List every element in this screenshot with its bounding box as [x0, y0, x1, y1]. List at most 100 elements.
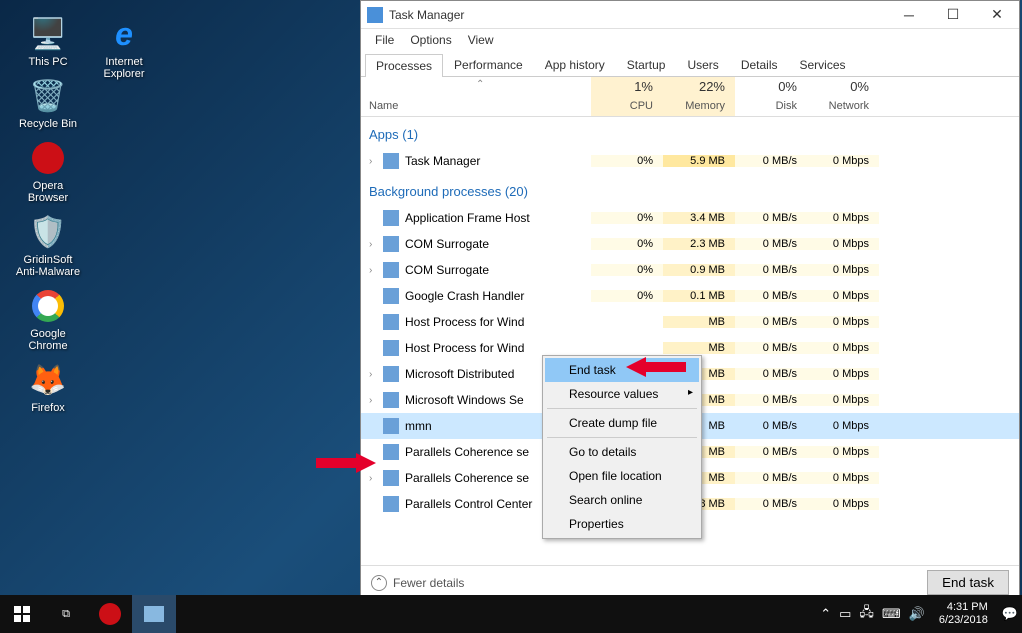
expand-chevron-icon[interactable]: ›	[369, 395, 383, 406]
maximize-button[interactable]: ☐	[931, 1, 975, 29]
tab-details[interactable]: Details	[730, 53, 789, 76]
process-name-cell: ›COM Surrogate	[361, 236, 591, 252]
windows-icon	[14, 606, 30, 622]
tab-performance[interactable]: Performance	[443, 53, 534, 76]
col-header-cpu[interactable]: 1%CPU	[591, 77, 663, 116]
disk-cell: 0 MB/s	[735, 342, 807, 354]
footer: ⌃ Fewer details End task	[361, 565, 1019, 599]
context-open-location[interactable]: Open file location	[545, 464, 699, 488]
expand-chevron-icon[interactable]: ›	[369, 156, 383, 167]
close-button[interactable]: ✕	[975, 1, 1019, 29]
expand-chevron-icon[interactable]: ›	[369, 265, 383, 276]
desktop-icon-gridinsoft[interactable]: 🛡️ GridinSoft Anti-Malware	[12, 212, 84, 278]
tab-users[interactable]: Users	[676, 53, 729, 76]
disk-cell: 0 MB/s	[735, 155, 807, 167]
cpu-pct: 1%	[591, 79, 653, 94]
process-row[interactable]: ›COM Surrogate0%0.9 MB0 MB/s0 Mbps	[361, 257, 1019, 283]
system-tray: ⌃ ▭ 🖧 ⌨ 🔊 4:31 PM 6/23/2018 💬	[820, 595, 1022, 633]
memory-cell: 3.4 MB	[663, 212, 735, 224]
desktop-icon-label: Internet Explorer	[88, 56, 160, 80]
process-row[interactable]: Application Frame Host0%3.4 MB0 MB/s0 Mb…	[361, 205, 1019, 231]
tab-startup[interactable]: Startup	[616, 53, 677, 76]
titlebar[interactable]: Task Manager ─ ☐ ✕	[361, 1, 1019, 29]
network-cell: 0 Mbps	[807, 155, 879, 167]
desktop-icon-this-pc[interactable]: 🖥️ This PC	[12, 14, 84, 68]
disk-cell: 0 MB/s	[735, 212, 807, 224]
context-search-online[interactable]: Search online	[545, 488, 699, 512]
tray-volume-icon[interactable]: 🔊	[909, 606, 925, 622]
desktop-icon-label: Google Chrome	[12, 328, 84, 352]
disk-cell: 0 MB/s	[735, 316, 807, 328]
context-create-dump[interactable]: Create dump file	[545, 411, 699, 435]
desktop-icon-firefox[interactable]: 🦊 Firefox	[12, 360, 84, 414]
tab-processes[interactable]: Processes	[365, 54, 443, 77]
process-icon	[383, 236, 399, 252]
network-cell: 0 Mbps	[807, 394, 879, 406]
clock-time: 4:31 PM	[939, 601, 988, 614]
col-header-disk[interactable]: 0%Disk	[735, 77, 807, 116]
tab-app-history[interactable]: App history	[534, 53, 616, 76]
network-cell: 0 Mbps	[807, 342, 879, 354]
expand-chevron-icon[interactable]: ›	[369, 369, 383, 380]
action-center-icon[interactable]: 💬	[1002, 606, 1018, 622]
start-button[interactable]	[0, 595, 44, 633]
end-task-button[interactable]: End task	[927, 570, 1009, 595]
taskbar-app-task-manager[interactable]	[132, 595, 176, 633]
context-properties[interactable]: Properties	[545, 512, 699, 536]
disk-cell: 0 MB/s	[735, 472, 807, 484]
memory-cell: 0.1 MB	[663, 290, 735, 302]
desktop-icon-opera[interactable]: Opera Browser	[12, 138, 84, 204]
process-row[interactable]: ›Task Manager0%5.9 MB0 MB/s0 Mbps	[361, 148, 1019, 174]
col-header-network[interactable]: 0%Network	[807, 77, 879, 116]
process-row[interactable]: ›COM Surrogate0%2.3 MB0 MB/s0 Mbps	[361, 231, 1019, 257]
network-cell: 0 Mbps	[807, 212, 879, 224]
tab-services[interactable]: Services	[789, 53, 857, 76]
network-cell: 0 Mbps	[807, 264, 879, 276]
tray-network-icon[interactable]: 🖧	[859, 603, 874, 625]
chrome-icon	[28, 286, 68, 326]
menu-view[interactable]: View	[460, 31, 502, 49]
cpu-cell: 0%	[591, 238, 663, 250]
taskbar-app-opera[interactable]	[88, 595, 132, 633]
tray-input-icon[interactable]: ⌨	[882, 606, 901, 622]
desktop-icon-ie[interactable]: e Internet Explorer	[88, 14, 160, 80]
col-header-memory[interactable]: 22%Memory	[663, 77, 735, 116]
process-name: COM Surrogate	[405, 263, 489, 277]
process-name-cell: Google Crash Handler	[361, 288, 591, 304]
task-view-button[interactable]: ⧉	[44, 595, 88, 633]
cpu-cell: 0%	[591, 212, 663, 224]
process-icon	[383, 262, 399, 278]
tray-chevron-up-icon[interactable]: ⌃	[820, 606, 831, 622]
menu-file[interactable]: File	[367, 31, 402, 49]
expand-chevron-icon[interactable]: ›	[369, 239, 383, 250]
desktop-icon-chrome[interactable]: Google Chrome	[12, 286, 84, 352]
network-cell: 0 Mbps	[807, 498, 879, 510]
disk-cell: 0 MB/s	[735, 420, 807, 432]
tray-battery-icon[interactable]: ▭	[839, 606, 851, 622]
col-header-name[interactable]: ⌃ Name	[361, 77, 591, 116]
context-resource-values[interactable]: Resource values▸	[545, 382, 699, 406]
red-arrow-annotation	[626, 355, 686, 379]
process-icon	[383, 340, 399, 356]
process-icon	[383, 314, 399, 330]
desktop-icon-recycle-bin[interactable]: 🗑️ Recycle Bin	[12, 76, 84, 130]
fewer-details-toggle[interactable]: ⌃ Fewer details	[371, 575, 927, 591]
minimize-button[interactable]: ─	[887, 1, 931, 29]
process-name-cell: Host Process for Wind	[361, 340, 591, 356]
network-pct: 0%	[807, 79, 869, 94]
col-header-label: Name	[369, 100, 398, 112]
cpu-cell: 0%	[591, 155, 663, 167]
menu-options[interactable]: Options	[402, 31, 459, 49]
recycle-bin-icon: 🗑️	[28, 76, 68, 116]
process-name: Microsoft Distributed	[405, 367, 514, 381]
context-go-details[interactable]: Go to details	[545, 440, 699, 464]
taskbar-clock[interactable]: 4:31 PM 6/23/2018	[933, 601, 994, 627]
process-icon	[383, 366, 399, 382]
opera-icon	[28, 138, 68, 178]
process-row[interactable]: Google Crash Handler0%0.1 MB0 MB/s0 Mbps	[361, 283, 1019, 309]
process-icon	[383, 444, 399, 460]
process-name: Parallels Coherence se	[405, 471, 529, 485]
disk-cell: 0 MB/s	[735, 290, 807, 302]
process-row[interactable]: Host Process for WindMB0 MB/s0 Mbps	[361, 309, 1019, 335]
memory-pct: 22%	[663, 79, 725, 94]
